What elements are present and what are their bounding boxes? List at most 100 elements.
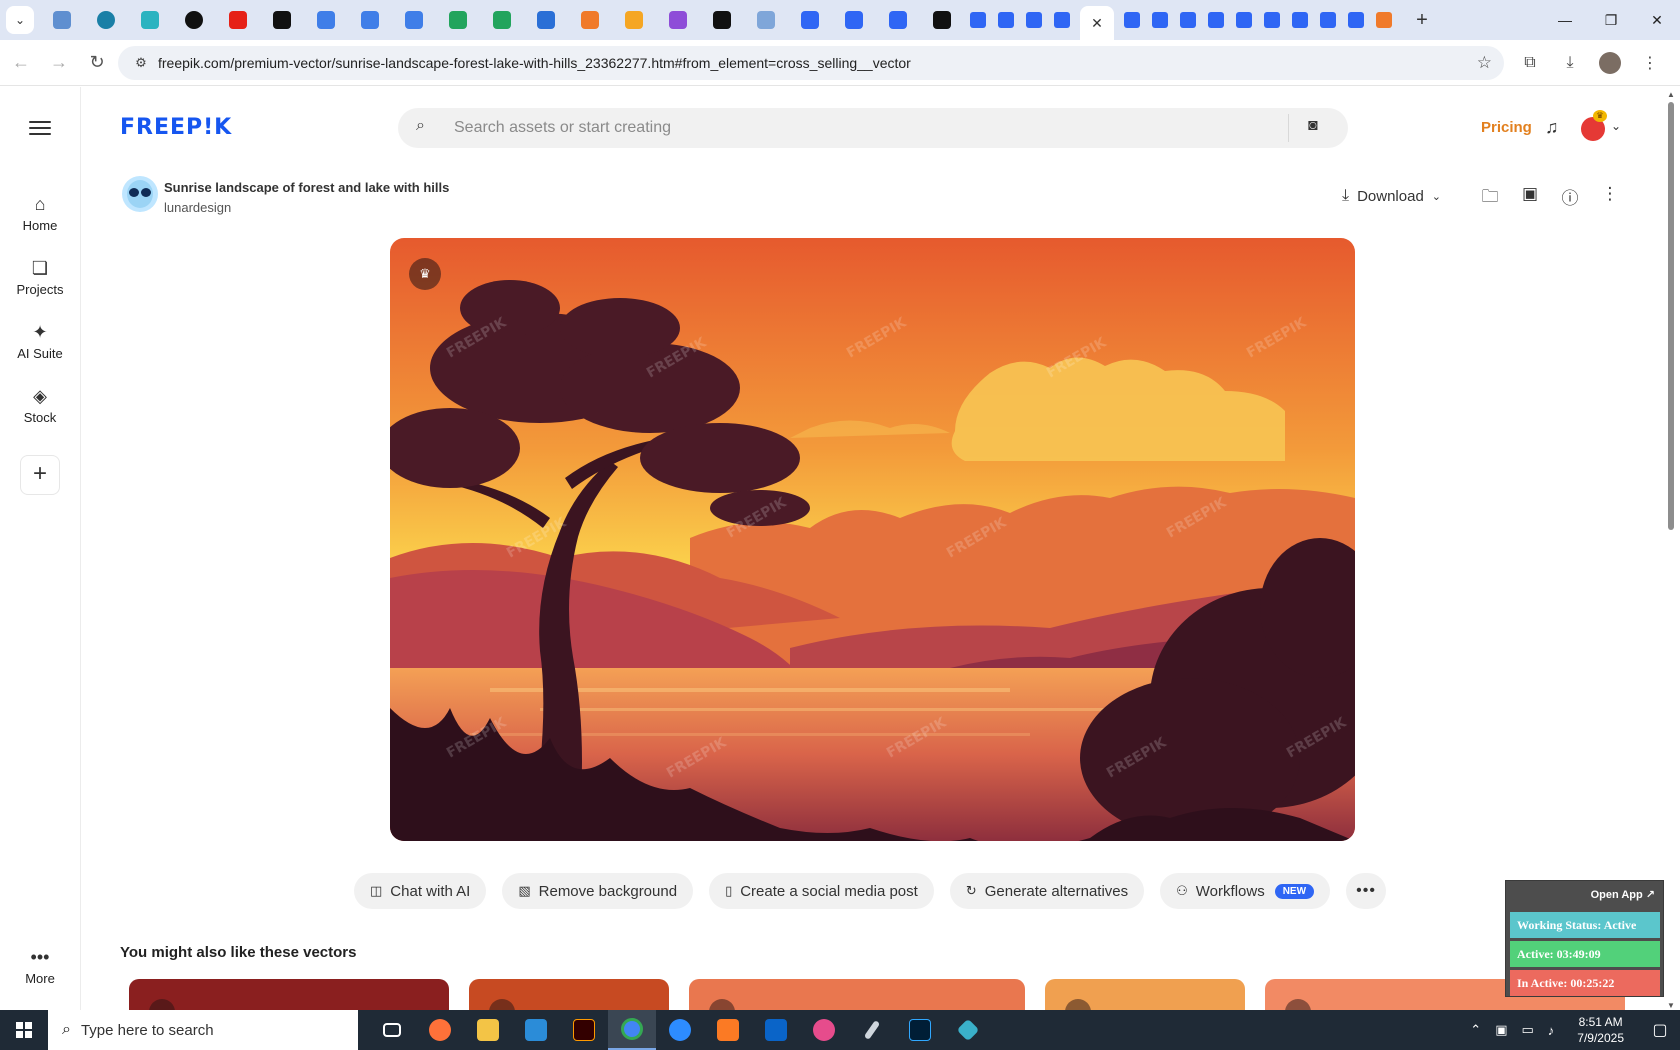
outlook-icon[interactable] [752,1010,800,1050]
tab-favicon[interactable] [970,12,986,28]
tab-favicon[interactable] [449,11,467,29]
zoom-icon[interactable] [656,1010,704,1050]
author-avatar[interactable] [122,176,158,212]
tab-favicon[interactable] [845,11,863,29]
info-icon[interactable]: ⓘ [1550,184,1590,213]
url-text[interactable]: freepik.com/premium-vector/sunrise-lands… [158,55,911,71]
tab-favicon[interactable] [933,11,951,29]
taskbar-clock[interactable]: 8:51 AM 7/9/2025 [1577,1014,1624,1046]
volume-icon[interactable]: ♪ [1548,1023,1555,1038]
notifications-icon[interactable]: ▢ [1640,1020,1680,1040]
download-button[interactable]: ⤓ Download ⌄ [1342,187,1441,205]
sidebar-item-stock[interactable]: ◈ Stock [0,384,80,425]
tab-favicon[interactable] [669,11,687,29]
tab-favicon[interactable] [1376,12,1392,28]
scrollbar-thumb[interactable] [1668,102,1674,530]
related-thumbnail[interactable] [1045,979,1245,1010]
taskbar-search[interactable]: ⌕ Type here to search [48,1010,358,1050]
tab-favicon[interactable] [757,11,775,29]
tab-favicon[interactable] [273,11,291,29]
tab-favicon[interactable] [998,12,1014,28]
address-bar[interactable]: ⚙ freepik.com/premium-vector/sunrise-lan… [118,46,1504,80]
tab-favicon[interactable] [1124,12,1140,28]
tab-favicon[interactable] [1208,12,1224,28]
open-app-link[interactable]: Open App ↗ [1591,888,1655,901]
tab-favicon[interactable] [1152,12,1168,28]
add-button[interactable]: + [20,455,60,495]
author-name[interactable]: lunardesign [164,200,231,215]
tab-favicon[interactable] [141,11,159,29]
chevron-up-icon[interactable]: ⌃ [1470,1022,1481,1038]
tab-favicon[interactable] [1180,12,1196,28]
tab-favicon[interactable] [185,11,203,29]
close-window-icon[interactable]: ✕ [1634,0,1680,40]
tab-search-button[interactable]: ⌄ [0,0,40,40]
new-tab-button[interactable]: + [1408,9,1436,32]
tab-favicon[interactable] [581,11,599,29]
start-button[interactable] [0,1010,48,1050]
tab-favicon[interactable] [801,11,819,29]
tab-favicon[interactable] [405,11,423,29]
task-view-icon[interactable] [368,1010,416,1050]
tab-favicon[interactable] [1348,12,1364,28]
tab-favicon[interactable] [1054,12,1070,28]
tab-favicon[interactable] [625,11,643,29]
xampp-icon[interactable] [704,1010,752,1050]
chrome-icon[interactable] [608,1010,656,1050]
asset-preview-image[interactable]: FREEPIK FREEPIK FREEPIK FREEPIK FREEPIK … [390,238,1355,841]
tab-favicon[interactable] [493,11,511,29]
remove-background-button[interactable]: ▧ Remove background [502,873,694,909]
reload-icon[interactable]: ↻ [80,46,114,80]
tab-favicon[interactable] [317,11,335,29]
pricing-link[interactable]: Pricing [1481,119,1532,136]
browser-menu-icon[interactable]: ⋮ [1630,46,1670,80]
freepik-logo[interactable]: FREEP!K [120,115,232,140]
tab-favicon[interactable] [1320,12,1336,28]
chevron-down-icon[interactable]: ⌄ [1611,119,1621,133]
photoshop-icon[interactable] [896,1010,944,1050]
downloads-icon[interactable]: ⤓ [1550,46,1590,80]
related-thumbnail[interactable] [689,979,1025,1010]
tab-favicon[interactable] [361,11,379,29]
profile-avatar[interactable] [1599,52,1621,74]
creative-cloud-icon[interactable] [800,1010,848,1050]
extensions-icon[interactable]: ⧉ [1510,46,1550,80]
illustrator-icon[interactable] [560,1010,608,1050]
restore-icon[interactable]: ❐ [1588,0,1634,40]
site-settings-icon[interactable]: ⚙ [126,55,156,71]
more-actions-button[interactable]: ••• [1346,873,1387,909]
vscode-icon[interactable] [512,1010,560,1050]
tab-favicon[interactable] [229,11,247,29]
minimize-icon[interactable]: — [1542,0,1588,40]
app-icon[interactable] [944,1010,992,1050]
firefox-icon[interactable] [416,1010,464,1050]
more-options-icon[interactable]: ⋮ [1590,184,1630,213]
tray-app-icon[interactable]: ▣ [1495,1022,1507,1038]
camera-icon[interactable]: ◙ [1308,117,1318,135]
close-icon[interactable]: ✕ [1091,15,1103,32]
collection-icon[interactable]: ▣ [1510,184,1550,213]
create-social-post-button[interactable]: ▯ Create a social media post [709,873,934,909]
related-thumbnail[interactable] [129,979,449,1010]
back-arrow-icon[interactable]: ← [4,46,38,80]
sidebar-item-home[interactable]: ⌂ Home [0,192,80,233]
tab-favicon[interactable] [889,11,907,29]
bell-icon[interactable]: ♫ [1545,117,1559,138]
bookmark-star-icon[interactable]: ☆ [1477,53,1492,73]
scroll-up-icon[interactable]: ▲ [1667,90,1675,99]
search-input[interactable] [454,108,1274,148]
scroll-down-icon[interactable]: ▼ [1667,1001,1675,1010]
tab-favicon[interactable] [1026,12,1042,28]
tab-favicon[interactable] [97,11,115,29]
tab-favicon[interactable] [1292,12,1308,28]
tab-favicon[interactable] [53,11,71,29]
tab-favicon[interactable] [713,11,731,29]
related-thumbnail[interactable] [469,979,669,1010]
tab-favicon[interactable] [537,11,555,29]
sidebar-item-ai-suite[interactable]: ✦ AI Suite [0,320,80,361]
tab-favicon[interactable] [1264,12,1280,28]
tab-favicon[interactable] [1236,12,1252,28]
active-tab[interactable]: ✕ [1080,6,1114,40]
generate-alternatives-button[interactable]: ↻ Generate alternatives [949,873,1145,909]
hamburger-menu-icon[interactable] [29,117,51,139]
